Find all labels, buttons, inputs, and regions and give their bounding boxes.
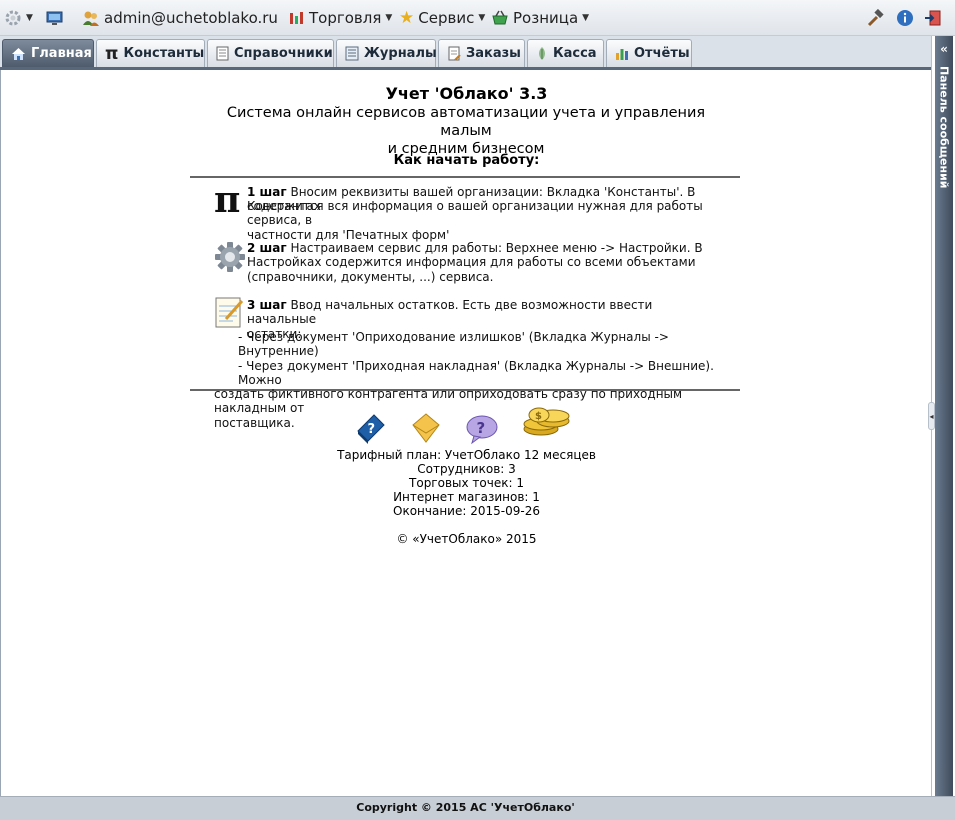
menu-trade-label: Торговля — [309, 9, 382, 27]
chevron-down-icon: ▼ — [478, 13, 486, 23]
logout-icon — [924, 9, 942, 27]
mail-icon[interactable] — [409, 411, 443, 445]
step-3-line-4: - Через документ 'Приходная накладная' (… — [238, 358, 714, 387]
hammer-icon — [866, 9, 884, 27]
content-copyright: © «УчетОблако» 2015 — [396, 532, 537, 546]
settings-menu[interactable]: ▼ — [4, 0, 33, 36]
messages-panel-bar[interactable]: « Панель сообщений — [935, 36, 953, 796]
tab-reports[interactable]: Отчёты — [606, 39, 692, 67]
tab-journals-label: Журналы — [364, 46, 437, 61]
step-2-label: 2 шаг — [247, 241, 287, 255]
help-book-icon[interactable]: ? — [354, 411, 388, 445]
coins-icon[interactable]: $ — [521, 406, 573, 438]
subtitle-line-1: Система онлайн сервисов автоматизации уч… — [226, 105, 706, 139]
panel-resize-handle[interactable]: ◂ — [928, 402, 935, 430]
svg-text:?: ? — [477, 419, 486, 437]
step-3-line-3: - Через документ 'Оприходование излишков… — [238, 330, 669, 359]
menu-service-label: Сервис — [418, 9, 475, 27]
tab-journals[interactable]: Журналы — [336, 39, 437, 67]
messages-panel-title: Панель сообщений — [935, 66, 953, 226]
expand-panel-icon[interactable]: « — [935, 40, 953, 58]
info-button[interactable] — [896, 0, 914, 36]
footer: Copyright © 2015 АС 'УчетОблако' — [0, 796, 955, 820]
logout-button[interactable] — [924, 0, 942, 36]
info-icon — [896, 9, 914, 27]
tab-directories[interactable]: Справочники — [207, 39, 334, 67]
top-menu-bar: ▼ admin@uchetoblako.ru Торговля ▼ ★ Серв… — [0, 0, 955, 36]
step-2-line-3: (справочники, документы, ...) сервиса. — [247, 269, 494, 284]
messages-panel-title-text: Панель сообщений — [937, 66, 951, 189]
pi-icon: π — [105, 43, 119, 64]
menu-retail-label: Розница — [513, 9, 579, 27]
step-1-cont: содержится вся информация о вашей органи… — [214, 199, 724, 242]
tab-cash[interactable]: Касса — [527, 39, 604, 67]
book-icon — [216, 46, 229, 62]
tab-strip: Главная π Константы Справочники Журналы … — [0, 36, 931, 70]
chevron-down-icon: ▼ — [26, 13, 33, 23]
tab-constants[interactable]: π Константы — [96, 39, 205, 67]
tariff-plan: Тарифный план: УчетОблако 12 месяцев — [337, 448, 596, 462]
tab-directories-label: Справочники — [234, 46, 333, 61]
menu-retail[interactable]: Розница ▼ — [491, 0, 589, 36]
chevron-down-icon: ▼ — [385, 13, 393, 23]
notepad-icon — [214, 295, 246, 333]
app-window: ▼ admin@uchetoblako.ru Торговля ▼ ★ Серв… — [0, 0, 955, 820]
bar-chart-icon — [289, 10, 305, 26]
reports-icon — [615, 46, 629, 62]
users-icon — [82, 9, 100, 27]
main-content: Учет 'Облако' 3.3 Система онлайн сервисо… — [0, 70, 931, 796]
monitor-button[interactable] — [46, 0, 63, 36]
step-2-line-2: Настройках содержится информация для раб… — [247, 255, 696, 270]
user-menu[interactable]: admin@uchetoblako.ru — [82, 0, 278, 36]
online-stores-count: Интернет магазинов: 1 — [393, 490, 540, 504]
monitor-icon — [46, 11, 63, 26]
gear-icon — [214, 241, 246, 277]
journal-icon — [345, 46, 359, 62]
tariff-info: Тарифный план: УчетОблако 12 месяцев Сот… — [1, 448, 932, 518]
page-subtitle: Система онлайн сервисов автоматизации уч… — [216, 104, 716, 158]
step-3-label: 3 шаг — [247, 298, 287, 312]
menu-service[interactable]: ★ Сервис ▼ — [399, 0, 485, 36]
tools-button[interactable] — [866, 0, 884, 36]
svg-text:$: $ — [535, 411, 542, 422]
tab-reports-label: Отчёты — [634, 46, 690, 61]
step-3-line-1: Ввод начальных остатков. Есть две возмож… — [247, 298, 653, 327]
employees-count: Сотрудников: 3 — [417, 462, 516, 476]
step-1-line-3: частности для 'Печатных форм' — [247, 227, 450, 242]
footer-copyright: Copyright © 2015 АС 'УчетОблако' — [356, 801, 575, 814]
home-icon — [11, 46, 26, 62]
gear-icon — [4, 9, 22, 27]
step-2-line-1: Настраиваем сервис для работы: Верхнее м… — [290, 241, 703, 255]
howto-heading: Как начать работу: — [393, 153, 540, 168]
basket-icon — [491, 10, 509, 26]
step-2: 2 шаг Настраиваем сервис для работы: Вер… — [247, 241, 717, 284]
steps-section: π 1 шаг Вносим реквизиты вашей организац… — [190, 176, 740, 430]
chat-help-icon[interactable]: ? — [465, 413, 499, 445]
expiration-date: Окончание: 2015-09-26 — [393, 504, 540, 518]
cash-icon — [536, 46, 548, 62]
tab-main-label: Главная — [31, 46, 92, 61]
step-1-line-2: содержится вся информация о вашей органи… — [247, 199, 703, 228]
quick-links: ? ? $ — [1, 406, 932, 448]
tab-orders[interactable]: Заказы — [438, 39, 525, 67]
orders-icon — [447, 46, 461, 62]
tab-main[interactable]: Главная — [2, 39, 94, 67]
star-icon: ★ — [399, 8, 415, 28]
chevron-down-icon: ▼ — [582, 13, 590, 23]
tab-orders-label: Заказы — [466, 46, 521, 61]
menu-trade[interactable]: Торговля ▼ — [289, 0, 392, 36]
page-title: Учет 'Облако' 3.3 — [385, 84, 548, 103]
retail-points-count: Торговых точек: 1 — [409, 476, 524, 490]
step-1-label: 1 шаг — [247, 185, 287, 199]
svg-text:?: ? — [368, 422, 376, 437]
tab-cash-label: Касса — [553, 46, 597, 61]
tab-constants-label: Константы — [123, 46, 205, 61]
user-email: admin@uchetoblako.ru — [104, 9, 278, 27]
messages-panel: ◂ « Панель сообщений — [928, 36, 955, 796]
